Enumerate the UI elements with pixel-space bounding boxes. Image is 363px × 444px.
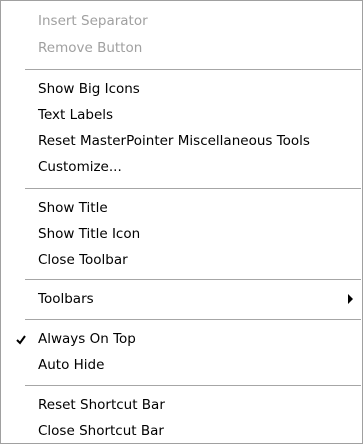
menu-item-insert-separator: Insert Separator <box>2 9 361 33</box>
menu-item-reset-tools[interactable]: Reset MasterPointer Miscellaneous Tools <box>2 129 361 153</box>
menu-item-customize[interactable]: Customize... <box>2 155 361 179</box>
checkmark-icon <box>16 330 30 348</box>
menu-item-label: Always On Top <box>38 331 136 347</box>
menu-separator <box>25 69 361 70</box>
menu-item-label: Close Toolbar <box>38 252 128 268</box>
menu-item-always-on-top[interactable]: Always On Top <box>2 327 361 351</box>
menu-item-label: Show Title Icon <box>38 226 141 242</box>
menu-item-reset-shortcut-bar[interactable]: Reset Shortcut Bar <box>2 393 361 417</box>
menu-item-label: Reset MasterPointer Miscellaneous Tools <box>38 133 310 149</box>
menu-item-label: Insert Separator <box>38 13 148 29</box>
menu-item-close-toolbar[interactable]: Close Toolbar <box>2 248 361 272</box>
menu-item-label: Show Big Icons <box>38 81 140 97</box>
context-menu: Insert Separator Remove Button Show Big … <box>0 0 363 444</box>
menu-item-label: Auto Hide <box>38 357 105 373</box>
menu-item-close-shortcut-bar[interactable]: Close Shortcut Bar <box>2 419 361 443</box>
menu-item-show-title-icon[interactable]: Show Title Icon <box>2 222 361 246</box>
submenu-arrow-icon <box>348 294 353 304</box>
menu-item-text-labels[interactable]: Text Labels <box>2 103 361 127</box>
menu-separator <box>25 319 361 320</box>
menu-item-label: Reset Shortcut Bar <box>38 397 165 413</box>
menu-item-label: Toolbars <box>38 291 94 307</box>
menu-separator <box>25 385 361 386</box>
menu-item-label: Text Labels <box>38 107 114 123</box>
menu-item-auto-hide[interactable]: Auto Hide <box>2 353 361 377</box>
menu-item-label: Remove Button <box>38 40 143 56</box>
menu-item-toolbars[interactable]: Toolbars <box>2 287 361 311</box>
menu-item-label: Show Title <box>38 200 108 216</box>
menu-separator <box>25 188 361 189</box>
menu-item-remove-button: Remove Button <box>2 36 361 60</box>
menu-item-label: Customize... <box>38 159 122 175</box>
menu-item-label: Close Shortcut Bar <box>38 423 164 439</box>
menu-item-show-title[interactable]: Show Title <box>2 196 361 220</box>
menu-item-show-big-icons[interactable]: Show Big Icons <box>2 77 361 101</box>
menu-separator <box>25 279 361 280</box>
